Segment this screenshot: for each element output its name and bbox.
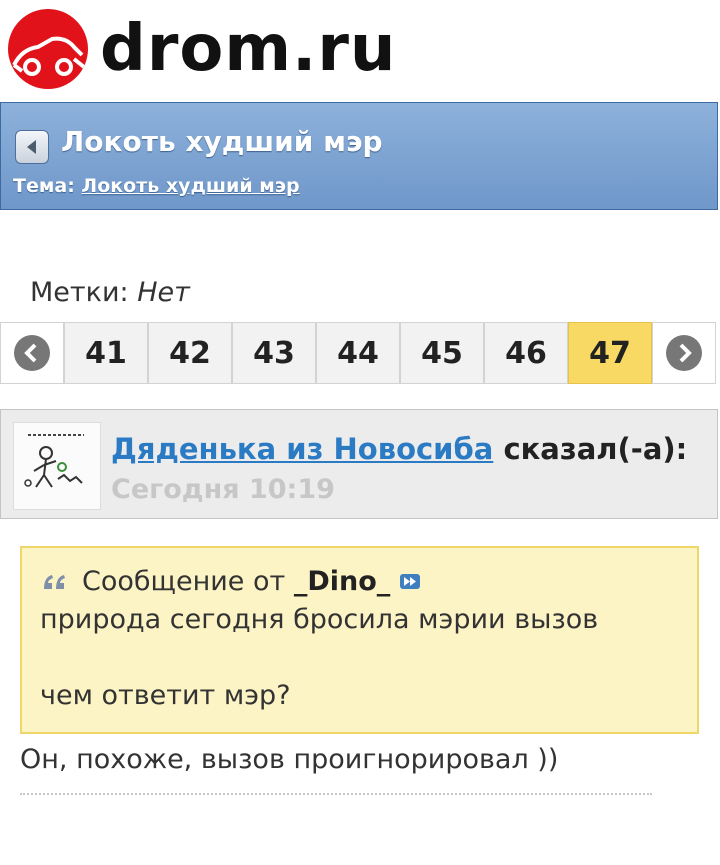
next-page-button[interactable] <box>652 322 716 384</box>
back-button[interactable] <box>15 130 49 164</box>
tags-value: Нет <box>137 277 190 308</box>
quote-text-line-1: природа сегодня бросила мэрии вызов <box>40 604 599 635</box>
tags-line: Метки: Нет <box>30 277 190 308</box>
topic-subject-label: Тема: <box>13 175 75 197</box>
quote-text-line-2: чем ответит мэр? <box>40 680 291 711</box>
chevron-right-icon <box>666 335 702 371</box>
quote-block: Сообщение от _Dino_ природа сегодня брос… <box>20 546 699 734</box>
quote-prefix: Сообщение от <box>82 566 286 597</box>
view-post-icon[interactable] <box>400 574 421 589</box>
page-46[interactable]: 46 <box>484 322 568 384</box>
site-logo[interactable]: drom.ru <box>8 6 396 92</box>
prev-page-button[interactable] <box>0 322 64 384</box>
page-47-current[interactable]: 47 <box>568 322 652 384</box>
avatar[interactable] <box>13 422 101 510</box>
tags-label: Метки: <box>30 277 129 308</box>
quote-icon <box>44 574 65 589</box>
page-41[interactable]: 41 <box>64 322 148 384</box>
post-author-link[interactable]: Дяденька из Новосиба <box>111 432 493 466</box>
post-header: Дяденька из Новосиба сказал(-а): Сегодня… <box>0 409 718 519</box>
post-author-line: Дяденька из Новосиба сказал(-а): <box>111 432 687 466</box>
topic-banner: Локоть худший мэр Тема: Локоть худший мэ… <box>0 102 718 210</box>
topic-subject: Тема: Локоть худший мэр <box>13 175 300 197</box>
avatar-drawing-icon <box>24 434 84 488</box>
quote-author: _Dino_ <box>293 566 391 597</box>
page-44[interactable]: 44 <box>316 322 400 384</box>
divider <box>20 793 652 795</box>
chevron-left-icon <box>14 335 50 371</box>
page-45[interactable]: 45 <box>400 322 484 384</box>
post-timestamp: Сегодня 10:19 <box>111 474 335 505</box>
post-reply-text: Он, похоже, вызов проигнорировал )) <box>20 744 559 775</box>
quote-header: Сообщение от _Dino_ <box>42 566 421 597</box>
post-said-label: сказал(-а): <box>503 432 688 466</box>
back-arrow-icon <box>27 140 36 154</box>
topic-title: Локоть худший мэр <box>61 125 383 158</box>
topic-subject-link[interactable]: Локоть худший мэр <box>81 175 299 197</box>
logo-text: drom.ru <box>100 12 397 86</box>
page-43[interactable]: 43 <box>232 322 316 384</box>
car-logo-icon <box>8 9 88 89</box>
pagination: 41 42 43 44 45 46 47 <box>0 322 720 386</box>
page-42[interactable]: 42 <box>148 322 232 384</box>
